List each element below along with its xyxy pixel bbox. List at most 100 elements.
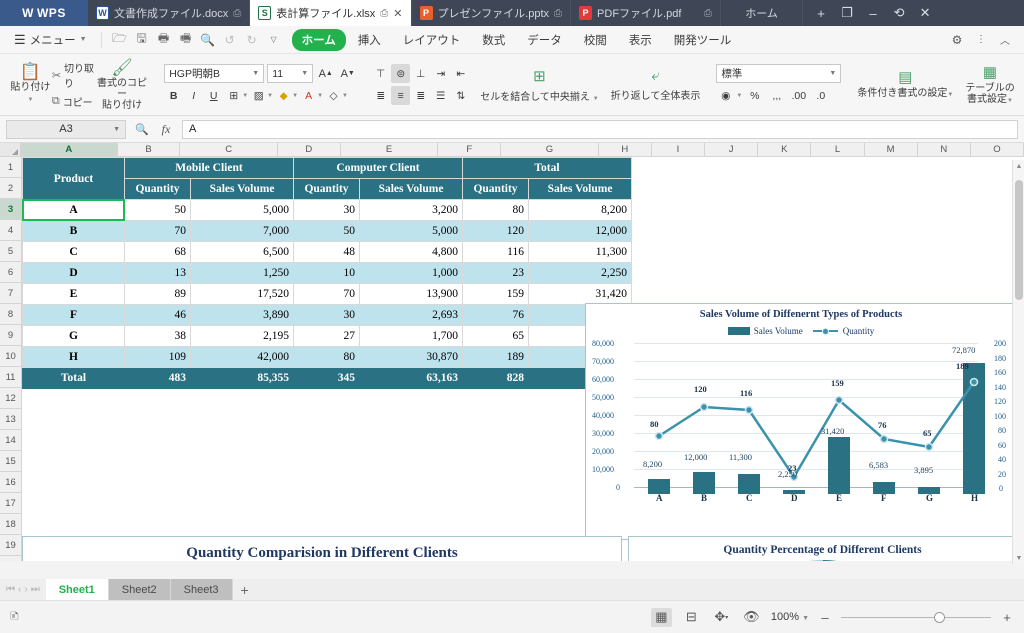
conditional-formatting-button[interactable]: ▤ 条件付き書式の設定▼ bbox=[851, 56, 959, 113]
minimize-icon[interactable]: – bbox=[861, 0, 885, 26]
font-family-select[interactable]: HGP明朝B ▼ bbox=[164, 64, 264, 83]
page-layout-icon[interactable]: ✥▾ bbox=[711, 608, 732, 627]
cell-total-sales[interactable]: 31,420 bbox=[529, 284, 632, 305]
cell-B2-quantity[interactable]: Quantity bbox=[125, 179, 191, 200]
cell-mobile-quantity[interactable]: 46 bbox=[125, 305, 191, 326]
cell-computer-sales[interactable]: 2,693 bbox=[360, 305, 463, 326]
percent-format-button[interactable]: % bbox=[745, 87, 764, 106]
more-options-icon[interactable]: ⋮ bbox=[970, 29, 992, 51]
column-header-F[interactable]: F bbox=[438, 143, 501, 156]
add-sheet-button[interactable]: + bbox=[233, 582, 257, 598]
row-header-1[interactable]: 1 bbox=[0, 157, 21, 178]
cell-B1-mobile-client[interactable]: Mobile Client bbox=[125, 158, 294, 179]
vertical-scrollbar[interactable]: ▲ ▼ bbox=[1012, 160, 1024, 564]
column-header-J[interactable]: J bbox=[705, 143, 758, 156]
chevron-down-icon[interactable]: ▼ bbox=[736, 93, 742, 99]
ribbon-tab-layout[interactable]: レイアウト bbox=[393, 29, 471, 51]
ribbon-tab-developer[interactable]: 開発ツール bbox=[664, 29, 742, 51]
record-macro-icon[interactable]: 🗈 bbox=[10, 607, 19, 628]
new-tab-icon[interactable]: + bbox=[809, 0, 833, 26]
cell-computer-quantity[interactable]: 70 bbox=[294, 284, 360, 305]
cell-product[interactable]: B bbox=[23, 221, 125, 242]
cell-mobile-sales[interactable]: 42,000 bbox=[191, 347, 294, 368]
cell-computer-sales[interactable]: 30,870 bbox=[360, 347, 463, 368]
cell-total-quantity[interactable]: 120 bbox=[463, 221, 529, 242]
find-icon[interactable]: 🔍 bbox=[198, 30, 218, 50]
currency-format-button[interactable]: ◉ bbox=[716, 87, 735, 106]
tab-spreadsheet-xlsx[interactable]: S 表計算ファイル.xlsx ⎙ ✕ bbox=[250, 0, 411, 26]
redo-icon[interactable]: ↻ bbox=[242, 30, 262, 50]
number-format-select[interactable]: 標準 ▼ bbox=[716, 64, 841, 83]
row-header-9[interactable]: 9 bbox=[0, 325, 21, 346]
column-header-O[interactable]: O bbox=[971, 143, 1024, 156]
cell-A1-product[interactable]: Product bbox=[23, 158, 125, 200]
vertical-scroll-thumb[interactable] bbox=[1015, 180, 1023, 300]
chart-quantity-percentage[interactable]: Quantity Percentage of Different Clients… bbox=[628, 536, 1017, 561]
cell-mobile-sales[interactable]: 7,000 bbox=[191, 221, 294, 242]
format-painter-button[interactable]: 🖌 書式のコピー 貼り付け bbox=[95, 59, 149, 111]
font-size-select[interactable]: 11 ▼ bbox=[267, 64, 313, 83]
cell-total-label[interactable]: Total bbox=[23, 368, 125, 389]
cell-computer-quantity[interactable]: 30 bbox=[294, 200, 360, 221]
cell-mobile-sales[interactable]: 3,890 bbox=[191, 305, 294, 326]
tab-pdf[interactable]: P PDFファイル.pdf ⎙ bbox=[571, 0, 721, 26]
cell-product[interactable]: C bbox=[23, 242, 125, 263]
cell-mobile-quantity[interactable]: 70 bbox=[125, 221, 191, 242]
row-header-5[interactable]: 5 bbox=[0, 241, 21, 262]
cell-total-quantity[interactable]: 76 bbox=[463, 305, 529, 326]
chevron-down-icon[interactable]: ▼ bbox=[317, 93, 323, 99]
cell-product[interactable]: F bbox=[23, 305, 125, 326]
cell-computer-quantity[interactable]: 48 bbox=[294, 242, 360, 263]
cell-product[interactable]: H bbox=[23, 347, 125, 368]
chevron-down-icon[interactable]: ▼ bbox=[242, 93, 248, 99]
align-center-button[interactable]: ≡ bbox=[391, 86, 410, 105]
cell-total-quantity[interactable]: 65 bbox=[463, 326, 529, 347]
undo-icon[interactable]: ↺ bbox=[220, 30, 240, 50]
cell-D2-quantity[interactable]: Quantity bbox=[294, 179, 360, 200]
column-header-E[interactable]: E bbox=[341, 143, 439, 156]
cut-button[interactable]: ✂ 切り取り bbox=[52, 60, 95, 90]
cell-mobile-quantity[interactable]: 89 bbox=[125, 284, 191, 305]
column-header-H[interactable]: H bbox=[599, 143, 652, 156]
row-header-12[interactable]: 12 bbox=[0, 388, 21, 409]
wrap-text-button[interactable]: ⤶ 折り返して全体表示 bbox=[605, 56, 707, 113]
cell-G2-sales-volume[interactable]: Sales Volume bbox=[529, 179, 632, 200]
cell-computer-quantity[interactable]: 50 bbox=[294, 221, 360, 242]
align-left-button[interactable]: ≣ bbox=[371, 86, 390, 105]
zoom-slider-knob[interactable] bbox=[934, 612, 945, 623]
italic-button[interactable]: I bbox=[184, 86, 203, 105]
cell-total-mobile-quantity[interactable]: 483 bbox=[125, 368, 191, 389]
cell-mobile-quantity[interactable]: 68 bbox=[125, 242, 191, 263]
select-all-corner[interactable] bbox=[0, 143, 21, 156]
cell-total-quantity[interactable]: 116 bbox=[463, 242, 529, 263]
ribbon-tab-formulas[interactable]: 数式 bbox=[472, 29, 515, 51]
borders-button[interactable]: ⊞ bbox=[224, 86, 243, 105]
search-icon[interactable]: 🔍 bbox=[134, 123, 150, 136]
cell-mobile-sales[interactable]: 1,250 bbox=[191, 263, 294, 284]
row-header-13[interactable]: 13 bbox=[0, 409, 21, 430]
cell-total-quantity[interactable]: 159 bbox=[463, 284, 529, 305]
row-header-4[interactable]: 4 bbox=[0, 220, 21, 241]
row-header-18[interactable]: 18 bbox=[0, 514, 21, 535]
row-header-3[interactable]: 3 bbox=[0, 199, 21, 220]
zoom-slider[interactable] bbox=[841, 611, 991, 623]
cell-total-computer-quantity[interactable]: 345 bbox=[294, 368, 360, 389]
increase-indent-button[interactable]: ⇤ bbox=[451, 64, 470, 83]
cell-F1-total[interactable]: Total bbox=[463, 158, 632, 179]
row-header-16[interactable]: 16 bbox=[0, 472, 21, 493]
sheet-tab-sheet1[interactable]: Sheet1 bbox=[46, 579, 109, 600]
font-color-button[interactable]: A bbox=[299, 86, 318, 105]
align-top-button[interactable]: ⊤ bbox=[371, 64, 390, 83]
align-bottom-button[interactable]: ⊥ bbox=[411, 64, 430, 83]
cell-computer-quantity[interactable]: 30 bbox=[294, 305, 360, 326]
open-icon[interactable]: 🗁 bbox=[110, 30, 130, 50]
cell-mobile-sales[interactable]: 5,000 bbox=[191, 200, 294, 221]
cell-total-mobile-sales[interactable]: 85,355 bbox=[191, 368, 294, 389]
decrease-indent-button[interactable]: ⇥ bbox=[431, 64, 450, 83]
scroll-down-icon[interactable]: ▼ bbox=[1013, 552, 1024, 564]
tab-list-icon[interactable]: ❐ bbox=[835, 0, 859, 26]
ribbon-tab-data[interactable]: データ bbox=[517, 29, 572, 51]
scroll-up-icon[interactable]: ▲ bbox=[1013, 160, 1024, 172]
decrease-decimal-button[interactable]: .0 bbox=[811, 87, 830, 106]
print-preview-icon[interactable]: 🖷 bbox=[176, 30, 196, 50]
